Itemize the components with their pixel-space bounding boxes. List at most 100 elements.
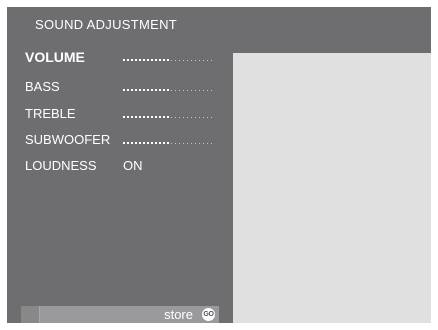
level-dot-empty bbox=[175, 143, 176, 144]
level-dot-filled bbox=[155, 116, 157, 118]
menu-item-label: SUBWOOFER bbox=[25, 132, 111, 147]
level-dot-filled bbox=[143, 142, 145, 144]
level-dot-filled bbox=[163, 116, 165, 118]
level-dot-filled bbox=[163, 89, 165, 91]
level-dot-empty bbox=[207, 143, 208, 144]
level-dot-empty bbox=[183, 60, 184, 61]
level-dot-empty bbox=[179, 143, 180, 144]
level-dot-filled bbox=[147, 116, 149, 118]
level-dot-filled bbox=[143, 116, 145, 118]
level-dot-empty bbox=[171, 60, 172, 61]
level-dot-empty bbox=[211, 60, 212, 61]
level-dot-empty bbox=[175, 60, 176, 61]
level-dot-empty bbox=[179, 90, 180, 91]
level-dot-empty bbox=[171, 117, 172, 118]
level-dot-filled bbox=[151, 116, 153, 118]
level-dot-empty bbox=[175, 117, 176, 118]
level-dot-filled bbox=[131, 142, 133, 144]
sound-adjustment-screen: SOUND ADJUSTMENT VOLUME BASS TREBLE SUBW… bbox=[7, 7, 431, 323]
level-dot-filled bbox=[131, 89, 133, 91]
level-dot-filled bbox=[159, 59, 161, 61]
level-dot-filled bbox=[159, 89, 161, 91]
level-dot-filled bbox=[167, 116, 169, 118]
menu-item-label: BASS bbox=[25, 79, 60, 94]
level-dot-empty bbox=[191, 117, 192, 118]
level-dot-filled bbox=[147, 59, 149, 61]
level-dot-filled bbox=[139, 142, 141, 144]
menu-title: SOUND ADJUSTMENT bbox=[35, 17, 178, 32]
level-dot-empty bbox=[187, 117, 188, 118]
level-dot-empty bbox=[207, 90, 208, 91]
level-dot-empty bbox=[203, 90, 204, 91]
level-dot-empty bbox=[187, 143, 188, 144]
level-dot-empty bbox=[191, 90, 192, 91]
level-dot-filled bbox=[135, 59, 137, 61]
level-dot-empty bbox=[171, 90, 172, 91]
level-dot-empty bbox=[187, 60, 188, 61]
level-dot-empty bbox=[211, 117, 212, 118]
volume-level-bar[interactable] bbox=[123, 59, 215, 62]
level-dot-empty bbox=[187, 90, 188, 91]
level-dot-empty bbox=[211, 90, 212, 91]
bass-level-bar[interactable] bbox=[123, 89, 215, 92]
footer-left-segment bbox=[21, 306, 40, 323]
level-dot-empty bbox=[183, 117, 184, 118]
level-dot-filled bbox=[143, 59, 145, 61]
level-dot-filled bbox=[139, 116, 141, 118]
subwoofer-level-bar[interactable] bbox=[123, 142, 215, 145]
level-dot-empty bbox=[175, 90, 176, 91]
store-label[interactable]: store bbox=[164, 306, 193, 323]
level-dot-empty bbox=[191, 60, 192, 61]
level-dot-filled bbox=[167, 89, 169, 91]
level-dot-filled bbox=[143, 89, 145, 91]
level-dot-empty bbox=[199, 60, 200, 61]
level-dot-empty bbox=[183, 90, 184, 91]
level-dot-filled bbox=[151, 59, 153, 61]
level-dot-filled bbox=[135, 142, 137, 144]
level-dot-filled bbox=[167, 59, 169, 61]
level-dot-filled bbox=[131, 59, 133, 61]
level-dot-empty bbox=[195, 90, 196, 91]
level-dot-filled bbox=[155, 89, 157, 91]
level-dot-empty bbox=[171, 143, 172, 144]
menu-item-label: LOUDNESS bbox=[25, 158, 97, 173]
level-dot-empty bbox=[179, 117, 180, 118]
level-dot-filled bbox=[163, 59, 165, 61]
level-dot-filled bbox=[127, 89, 129, 91]
level-dot-filled bbox=[159, 142, 161, 144]
treble-level-bar[interactable] bbox=[123, 116, 215, 119]
preview-panel bbox=[233, 53, 431, 323]
level-dot-empty bbox=[203, 117, 204, 118]
footer-bar: store GO bbox=[21, 306, 219, 323]
level-dot-filled bbox=[147, 142, 149, 144]
level-dot-empty bbox=[207, 117, 208, 118]
level-dot-filled bbox=[139, 89, 141, 91]
level-dot-filled bbox=[131, 116, 133, 118]
level-dot-empty bbox=[195, 60, 196, 61]
level-dot-empty bbox=[203, 60, 204, 61]
level-dot-filled bbox=[123, 59, 125, 61]
level-dot-filled bbox=[151, 89, 153, 91]
level-dot-filled bbox=[167, 142, 169, 144]
level-dot-filled bbox=[147, 89, 149, 91]
level-dot-filled bbox=[127, 116, 129, 118]
level-dot-empty bbox=[191, 143, 192, 144]
level-dot-empty bbox=[211, 143, 212, 144]
level-dot-filled bbox=[159, 116, 161, 118]
loudness-value: ON bbox=[123, 158, 143, 173]
level-dot-empty bbox=[183, 143, 184, 144]
level-dot-empty bbox=[199, 90, 200, 91]
level-dot-filled bbox=[123, 116, 125, 118]
level-dot-filled bbox=[123, 142, 125, 144]
go-button-icon[interactable]: GO bbox=[202, 308, 215, 321]
level-dot-filled bbox=[155, 59, 157, 61]
level-dot-empty bbox=[207, 60, 208, 61]
level-dot-empty bbox=[199, 117, 200, 118]
level-dot-filled bbox=[123, 89, 125, 91]
level-dot-empty bbox=[203, 143, 204, 144]
level-dot-empty bbox=[199, 143, 200, 144]
level-dot-filled bbox=[135, 89, 137, 91]
level-dot-filled bbox=[127, 59, 129, 61]
level-dot-filled bbox=[139, 59, 141, 61]
menu-item-label: VOLUME bbox=[25, 49, 85, 65]
